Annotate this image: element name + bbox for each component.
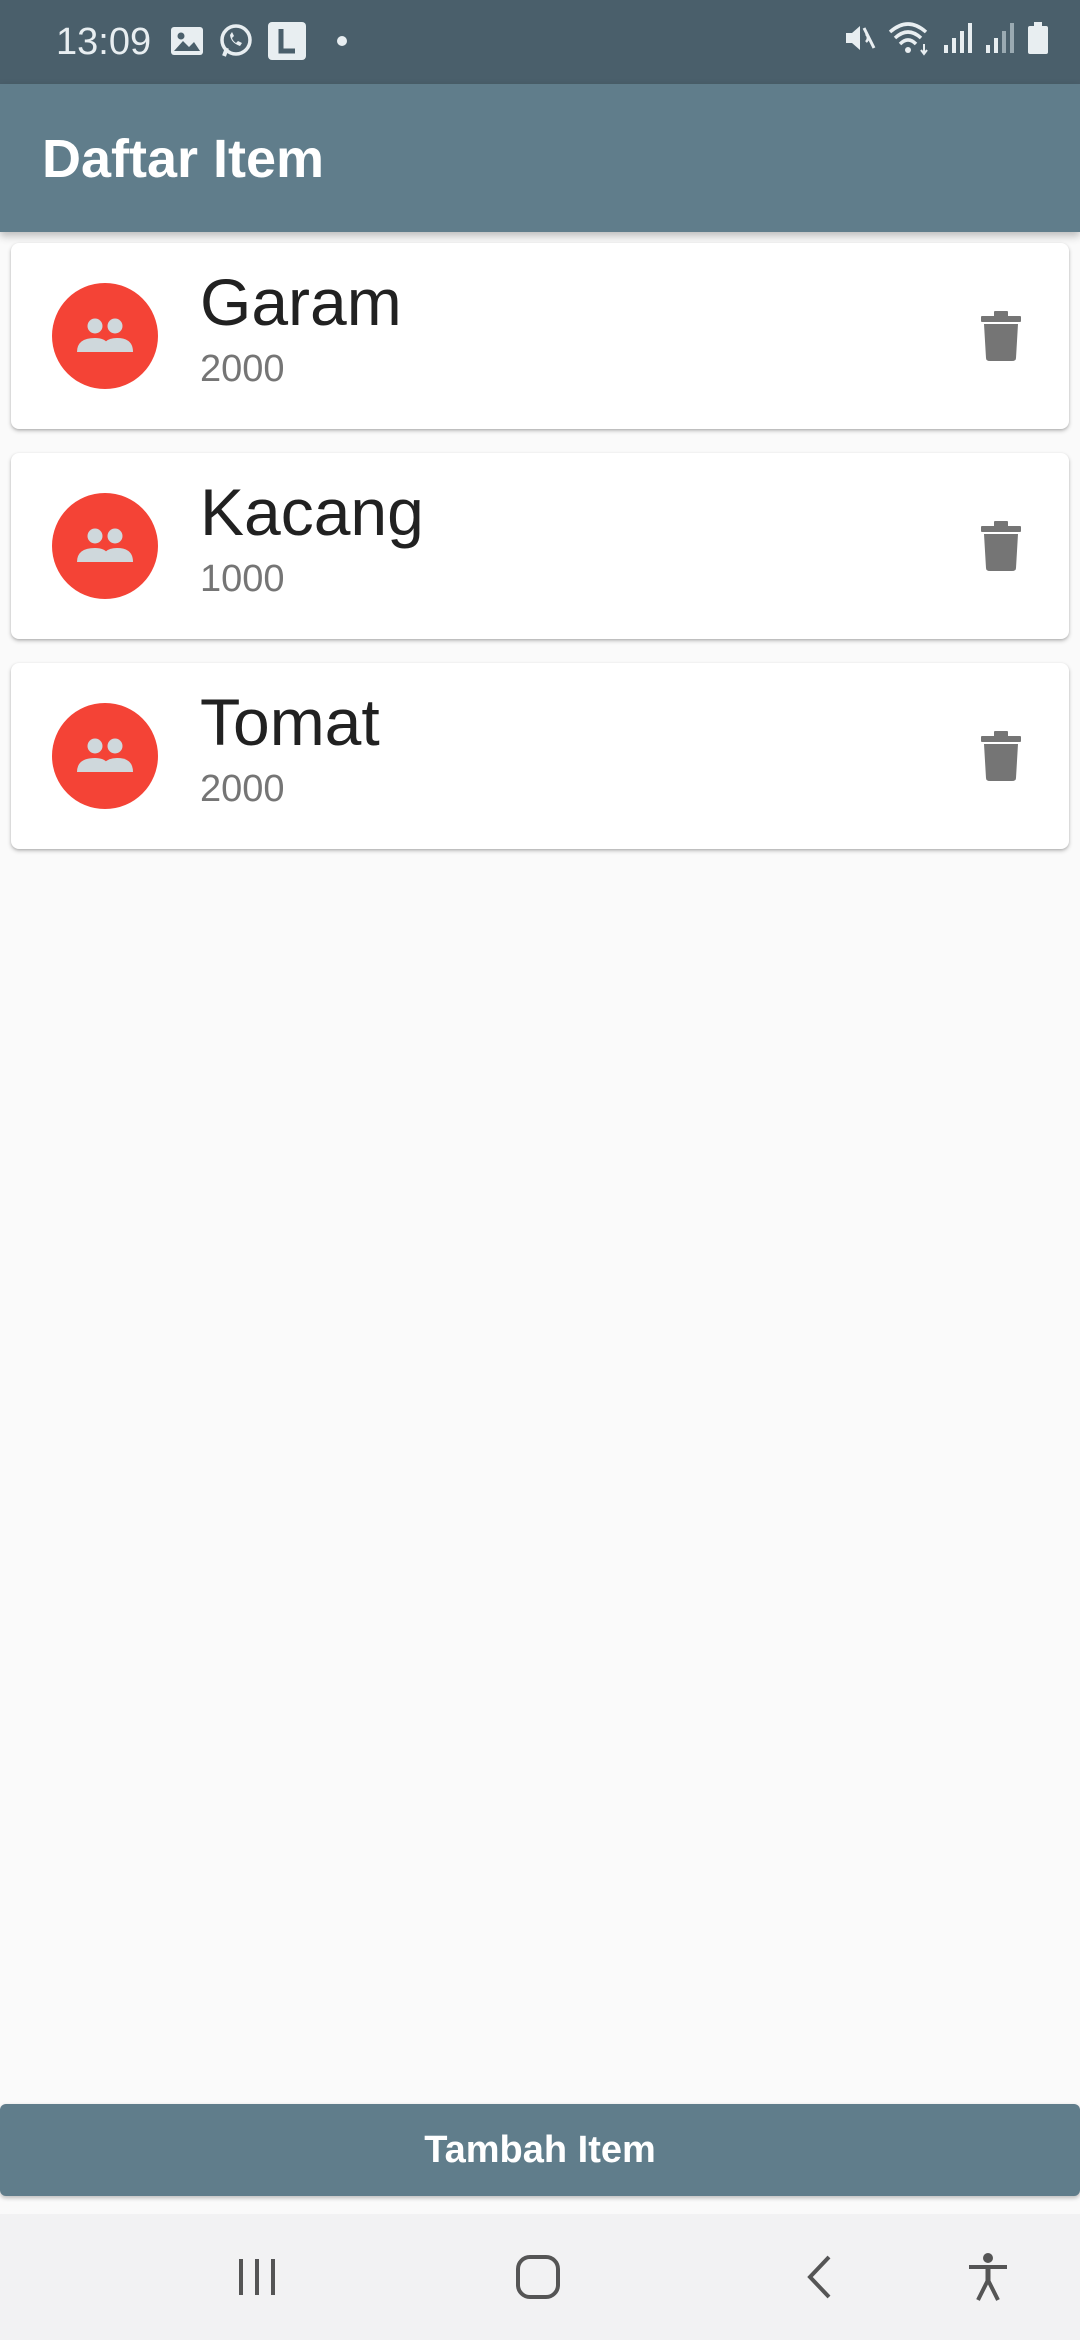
avatar (52, 703, 158, 809)
signal-icon (942, 21, 974, 55)
back-icon (804, 2254, 834, 2300)
signal-icon (984, 21, 1016, 55)
status-right-icons (842, 20, 1050, 56)
l-app-icon (268, 22, 306, 60)
recent-apps-button[interactable] (227, 2247, 287, 2307)
home-icon (515, 2254, 561, 2300)
trash-icon (981, 731, 1021, 781)
delete-button[interactable] (971, 516, 1031, 576)
item-name: Garam (200, 265, 402, 339)
notification-dot-icon (320, 35, 350, 47)
wifi-icon (888, 20, 932, 56)
status-bar: 13:09 (0, 0, 1080, 84)
avatar (52, 283, 158, 389)
people-icon (75, 736, 135, 776)
avatar (52, 493, 158, 599)
home-button[interactable] (508, 2247, 568, 2307)
status-time: 13:09 (56, 21, 152, 63)
whatsapp-icon (218, 23, 254, 59)
trash-icon (981, 311, 1021, 361)
list-item[interactable]: Tomat 2000 (11, 663, 1069, 849)
item-name: Tomat (200, 685, 380, 759)
item-price: 1000 (200, 558, 285, 600)
battery-icon (1026, 20, 1050, 56)
list-item[interactable]: Garam 2000 (11, 243, 1069, 429)
item-price: 2000 (200, 768, 285, 810)
accessibility-icon (966, 2252, 1010, 2302)
status-left-icons (170, 22, 350, 60)
add-item-button[interactable]: Tambah Item (0, 2104, 1080, 2196)
back-button[interactable] (789, 2247, 849, 2307)
delete-button[interactable] (971, 726, 1031, 786)
page-title: Daftar Item (42, 129, 325, 189)
people-icon (75, 526, 135, 566)
delete-button[interactable] (971, 306, 1031, 366)
item-price: 2000 (200, 348, 285, 390)
trash-icon (981, 521, 1021, 571)
accessibility-button[interactable] (958, 2247, 1018, 2307)
app-bar: Daftar Item (0, 84, 1080, 232)
recent-apps-icon (235, 2257, 279, 2297)
navigation-bar (0, 2214, 1080, 2340)
gallery-icon (170, 26, 204, 56)
list-item[interactable]: Kacang 1000 (11, 453, 1069, 639)
mute-icon (842, 20, 878, 56)
people-icon (75, 316, 135, 356)
item-name: Kacang (200, 475, 424, 549)
